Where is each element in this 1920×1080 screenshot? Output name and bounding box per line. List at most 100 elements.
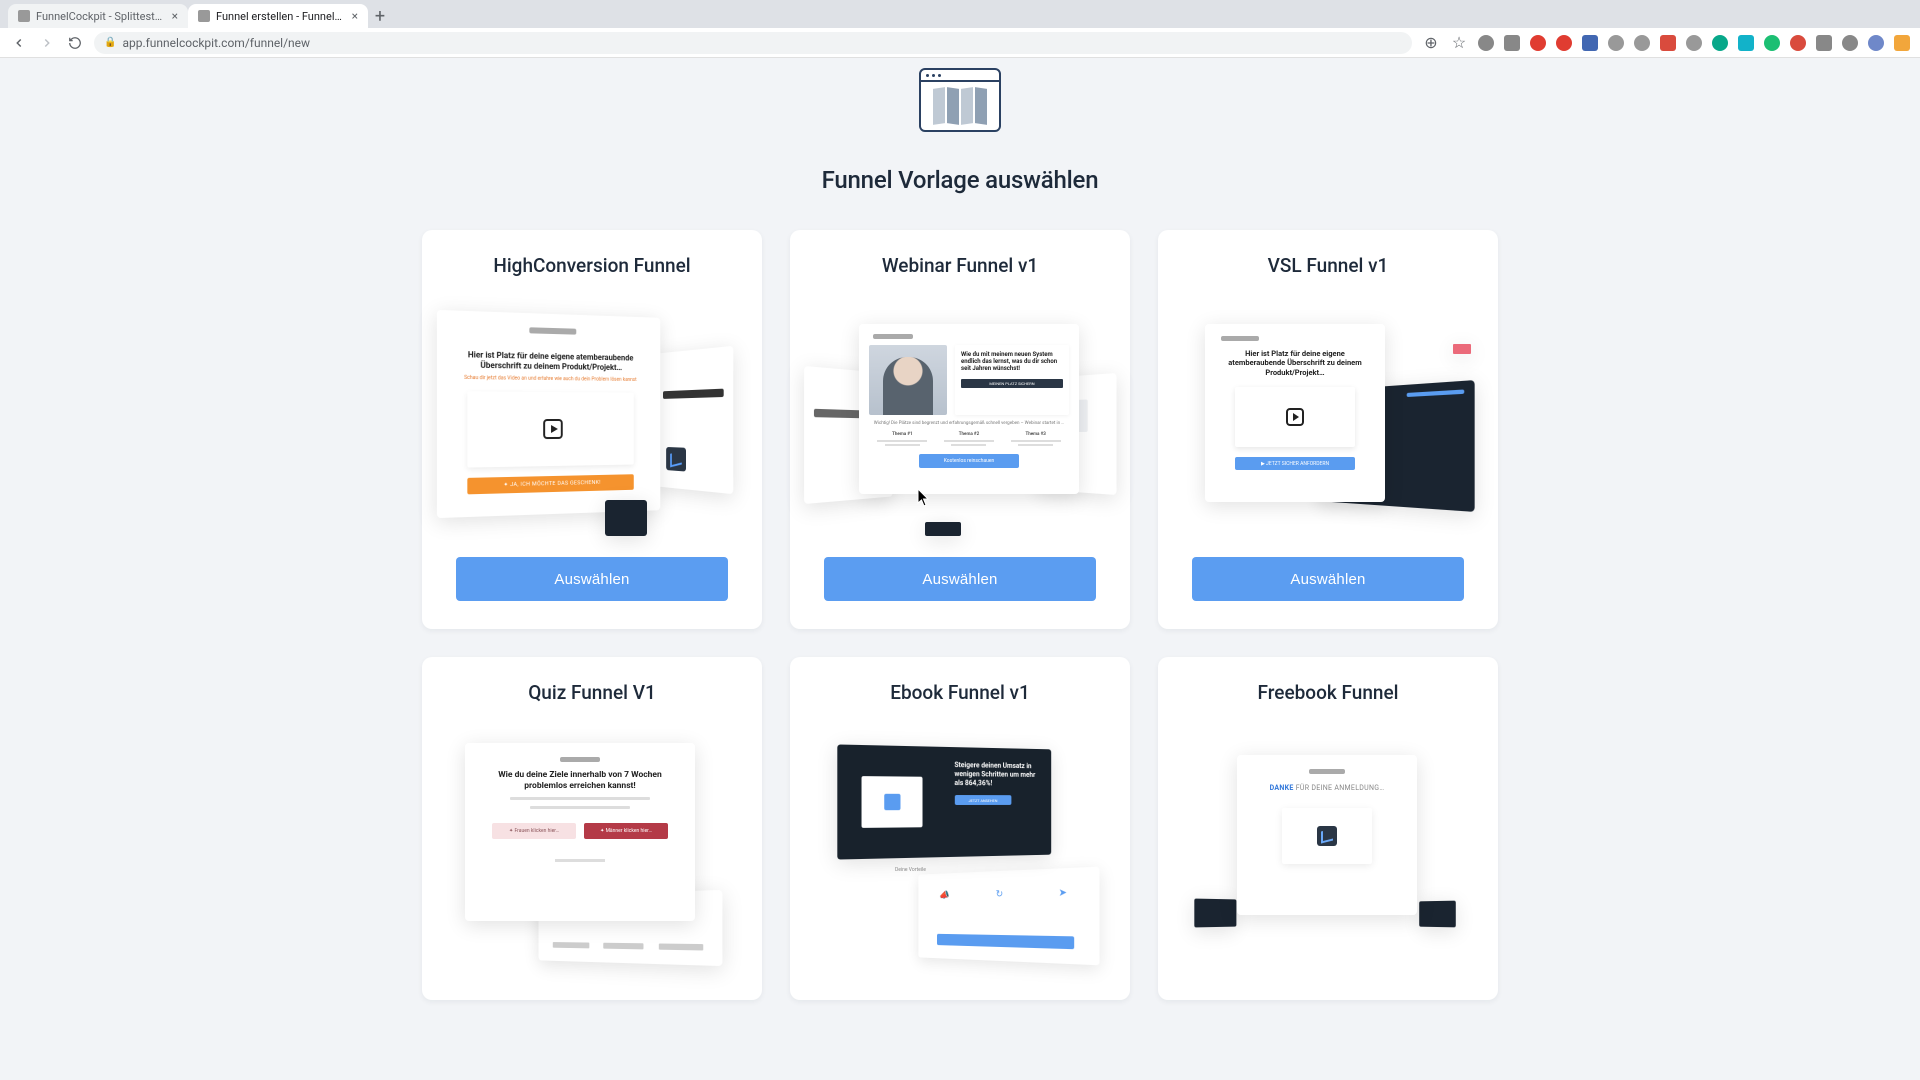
back-button[interactable]: [10, 34, 28, 52]
play-icon: [543, 419, 563, 439]
extension-icon[interactable]: [1816, 35, 1832, 51]
lock-icon: 🔒: [104, 37, 116, 48]
template-preview: Wie du deine Ziele innerhalb von 7 Woche…: [442, 722, 742, 972]
preview-cta: ✦ JA, ICH MÖCHTE DAS GESCHENK!: [467, 474, 633, 494]
template-preview: 📣 ↻ ➤ Steigere deinen Umsatz in wenigen Sc…: [810, 722, 1110, 972]
funnel-map-icon: [919, 68, 1001, 132]
template-title: Ebook Funnel v1: [890, 681, 1030, 704]
preview-headline: Wie du deine Ziele innerhalb von 7 Woche…: [479, 770, 681, 791]
select-button[interactable]: Auswählen: [456, 557, 728, 601]
play-icon: [1286, 408, 1304, 426]
extension-icon[interactable]: [1764, 35, 1780, 51]
template-title: HighConversion Funnel: [493, 254, 690, 277]
extension-icon[interactable]: [1478, 35, 1494, 51]
template-card-highconversion: HighConversion Funnel EINE ANMEL Hier is…: [422, 230, 762, 629]
template-card-vsl: VSL Funnel v1 Hier ist Platz für deine e…: [1158, 230, 1498, 629]
tab-favicon: [198, 10, 210, 22]
preview-subline: Deine Vorteile: [895, 867, 926, 873]
template-title: VSL Funnel v1: [1268, 254, 1389, 277]
preview-cta: ▶ JETZT SICHER ANFORDERN: [1235, 457, 1355, 470]
tab-title: Funnel erstellen - FunnelCock: [216, 10, 346, 23]
preview-option-left: ✦ Frauen klicken hier…: [492, 823, 576, 839]
preview-secondary-heading: EINE ANMEL: [663, 389, 724, 399]
extension-icons: [1478, 35, 1910, 51]
preview-option-right: ✦ Männer klicken hier…: [584, 823, 668, 839]
template-title: Webinar Funnel v1: [882, 254, 1038, 277]
preview-headline: Hier ist Platz für deine eigene atembera…: [462, 350, 638, 373]
template-preview: Wie du mit meinem neuen System endlich d…: [810, 295, 1110, 545]
preview-cta: Kostenlos reinschauen: [919, 454, 1019, 468]
preview-col: Thema #3: [1011, 432, 1061, 437]
template-preview: EINE ANMEL Hier ist Platz für deine eige…: [442, 295, 742, 545]
extension-icon[interactable]: [1790, 35, 1806, 51]
preview-headline: Steigere deinen Umsatz in wenigen Schrit…: [954, 761, 1042, 788]
url-field[interactable]: 🔒 app.funnelcockpit.com/funnel/new: [94, 32, 1412, 54]
extension-icon[interactable]: [1608, 35, 1624, 51]
template-preview: Hier ist Platz für deine eigene atembera…: [1178, 295, 1478, 545]
extension-icon[interactable]: [1738, 35, 1754, 51]
forward-button[interactable]: [38, 34, 56, 52]
template-title: Freebook Funnel: [1258, 681, 1399, 704]
reload-button[interactable]: [66, 34, 84, 52]
preview-logo: [1309, 769, 1345, 774]
preview-dark-block: [1194, 899, 1236, 928]
tab-favicon: [18, 10, 30, 22]
template-card-webinar: Webinar Funnel v1 Wie du mit meinem neu: [790, 230, 1130, 629]
preview-logo: [1221, 336, 1259, 341]
extension-icon[interactable]: [1582, 35, 1598, 51]
preview-logo: [529, 327, 576, 334]
extension-icon[interactable]: [1530, 35, 1546, 51]
select-button[interactable]: Auswählen: [824, 557, 1096, 601]
extension-icon[interactable]: [1894, 35, 1910, 51]
preview-logo: [873, 334, 913, 339]
preview-nav-bar: [1407, 389, 1465, 397]
template-title: Quiz Funnel V1: [528, 681, 656, 704]
bookmark-icon[interactable]: ☆: [1450, 34, 1468, 52]
page-title: Funnel Vorlage auswählen: [822, 166, 1099, 194]
extension-icon[interactable]: [1842, 35, 1858, 51]
preview-headline: Hier ist Platz für deine eigene atembera…: [1217, 349, 1373, 377]
browser-tab-active[interactable]: Funnel erstellen - FunnelCock ×: [188, 4, 368, 28]
chart-icon: [1317, 826, 1337, 846]
url-text: app.funnelcockpit.com/funnel/new: [122, 36, 310, 50]
close-icon[interactable]: ×: [172, 9, 178, 23]
megaphone-icon: 📣: [940, 890, 950, 902]
preview-dark-block: [925, 522, 961, 536]
site-settings-icon[interactable]: ⊕: [1422, 34, 1440, 52]
preview-cta-bar: [937, 934, 1074, 949]
preview-image-box: [861, 776, 922, 828]
preview-logo: [560, 757, 600, 762]
template-card-quiz: Quiz Funnel V1 Wie du deine Ziele innerh…: [422, 657, 762, 1000]
preview-subline: Wichtig! Die Plätze sind begrenzt und er…: [869, 421, 1069, 426]
preview-subline: Schau dir jetzt das Video an und erfahre…: [462, 375, 638, 383]
preview-hero-text: Wie du mit meinem neuen System endlich d…: [961, 351, 1063, 373]
extension-icon[interactable]: [1660, 35, 1676, 51]
refresh-icon: ↻: [996, 889, 1007, 901]
preview-hero-btn: MEINEN PLATZ SICHERN: [961, 379, 1063, 388]
browser-address-bar: 🔒 app.funnelcockpit.com/funnel/new ⊕ ☆: [0, 28, 1920, 58]
extension-icon[interactable]: [1712, 35, 1728, 51]
extension-icon[interactable]: [1868, 35, 1884, 51]
extension-icon[interactable]: [1686, 35, 1702, 51]
template-grid: HighConversion Funnel EINE ANMEL Hier is…: [422, 230, 1498, 1000]
select-button[interactable]: Auswählen: [1192, 557, 1464, 601]
extension-icon[interactable]: [1556, 35, 1572, 51]
preview-cta: JETZT ANSEHEN: [954, 795, 1011, 805]
template-card-freebook: Freebook Funnel DANKE FÜR DEINE ANMELDUN…: [1158, 657, 1498, 1000]
browser-tab-inactive[interactable]: FunnelCockpit - Splittests, Ma ×: [8, 4, 188, 28]
template-preview: DANKE FÜR DEINE ANMELDUNG…: [1178, 722, 1478, 972]
preview-person-photo: [869, 345, 947, 415]
new-tab-button[interactable]: +: [368, 4, 392, 28]
send-icon: ➤: [1059, 887, 1071, 900]
page-content: Funnel Vorlage auswählen HighConversion …: [0, 58, 1920, 1080]
extension-icon[interactable]: [1634, 35, 1650, 51]
preview-col: Thema #2: [944, 432, 994, 437]
browser-tab-bar: FunnelCockpit - Splittests, Ma × Funnel …: [0, 0, 1920, 28]
chart-icon: [666, 447, 686, 472]
preview-accent-block: [1453, 344, 1471, 354]
template-card-ebook: Ebook Funnel v1 📣↻➤ St: [790, 657, 1130, 1000]
preview-dark-block: [1419, 901, 1456, 928]
preview-headline: DANKE FÜR DEINE ANMELDUNG…: [1251, 784, 1403, 792]
extension-icon[interactable]: [1504, 35, 1520, 51]
close-icon[interactable]: ×: [352, 9, 358, 23]
